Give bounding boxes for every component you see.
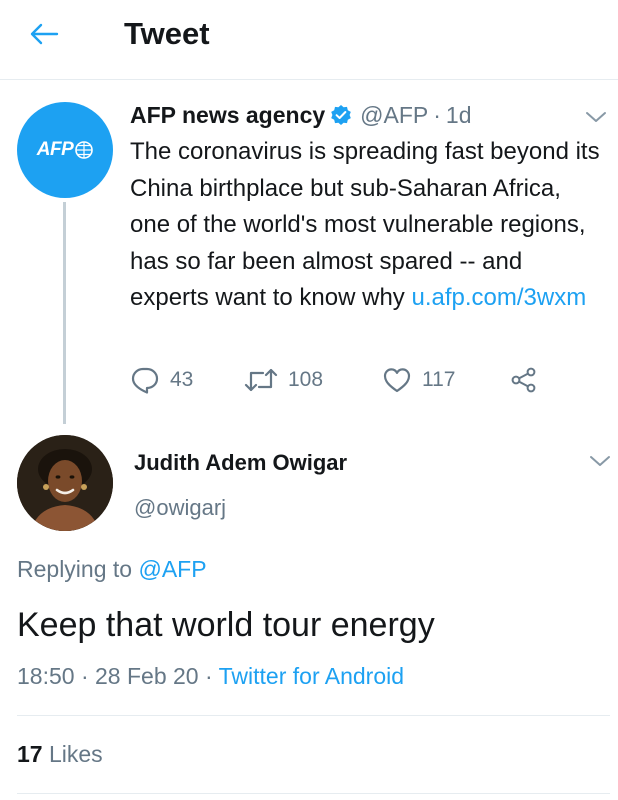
like-button[interactable]: 117 — [382, 360, 455, 400]
top-app-bar: Tweet — [0, 0, 618, 80]
tweet-link[interactable]: u.afp.com/3wxm — [411, 284, 586, 311]
chevron-down-icon — [586, 112, 606, 122]
reply-button[interactable]: 43 — [130, 360, 193, 400]
reply-menu-button[interactable] — [584, 447, 616, 475]
author-name[interactable]: AFP news agency — [130, 102, 325, 129]
tweet-metadata: 18:50 · 28 Feb 20 · Twitter for Android — [17, 660, 404, 692]
globe-icon — [75, 141, 94, 159]
tweet-timestamp: 18:50 — [17, 663, 75, 689]
separator-dot: · — [205, 663, 213, 689]
reply-author-handle: @owigarj — [134, 495, 227, 520]
retweet-icon — [244, 368, 278, 392]
reply-count: 43 — [170, 368, 194, 391]
tweet-menu-button[interactable] — [580, 103, 612, 131]
retweet-button[interactable]: 108 — [244, 360, 323, 400]
tweet-time: 1d — [445, 101, 472, 128]
replying-to-handle[interactable]: @AFP — [138, 556, 206, 582]
share-button[interactable] — [510, 360, 538, 400]
reply-author-name[interactable]: Judith Adem Owigar — [134, 447, 347, 479]
tweet-source-link[interactable]: Twitter for Android — [219, 663, 404, 689]
avatar[interactable] — [17, 435, 113, 531]
like-count: 117 — [422, 368, 456, 391]
tweet-author-line: AFP news agency @AFP · 1d — [130, 97, 472, 133]
divider — [17, 793, 610, 794]
replying-to-line: Replying to @AFP — [17, 553, 207, 585]
chevron-down-icon — [590, 456, 610, 466]
arrow-left-icon — [30, 23, 59, 45]
author-handle: @AFP — [360, 101, 429, 128]
thread-connector-line — [63, 202, 66, 424]
page-title: Tweet — [124, 16, 210, 51]
separator-dot: · — [80, 663, 89, 689]
reply-icon — [131, 367, 159, 394]
afp-logo: AFP — [36, 139, 74, 160]
replying-to-label: Replying to — [17, 556, 133, 582]
heart-icon — [383, 368, 411, 393]
share-icon — [511, 367, 536, 393]
tweet-body: The coronavirus is spreading fast beyond… — [130, 134, 600, 317]
likes-summary[interactable]: 17 Likes — [17, 738, 103, 770]
reply-text: Keep that world tour energy — [17, 606, 435, 644]
likes-label: Likes — [48, 741, 103, 767]
separator-dot: · — [433, 101, 441, 128]
verified-badge-icon — [330, 104, 352, 126]
divider — [17, 715, 610, 716]
tweet-date: 28 Feb 20 — [95, 663, 199, 689]
user-photo — [17, 435, 113, 531]
likes-count: 17 — [17, 741, 43, 767]
retweet-count: 108 — [288, 368, 324, 391]
tweet-actions: 43 108 117 — [130, 360, 570, 400]
avatar[interactable]: AFP — [17, 102, 113, 198]
back-button[interactable] — [22, 14, 66, 54]
